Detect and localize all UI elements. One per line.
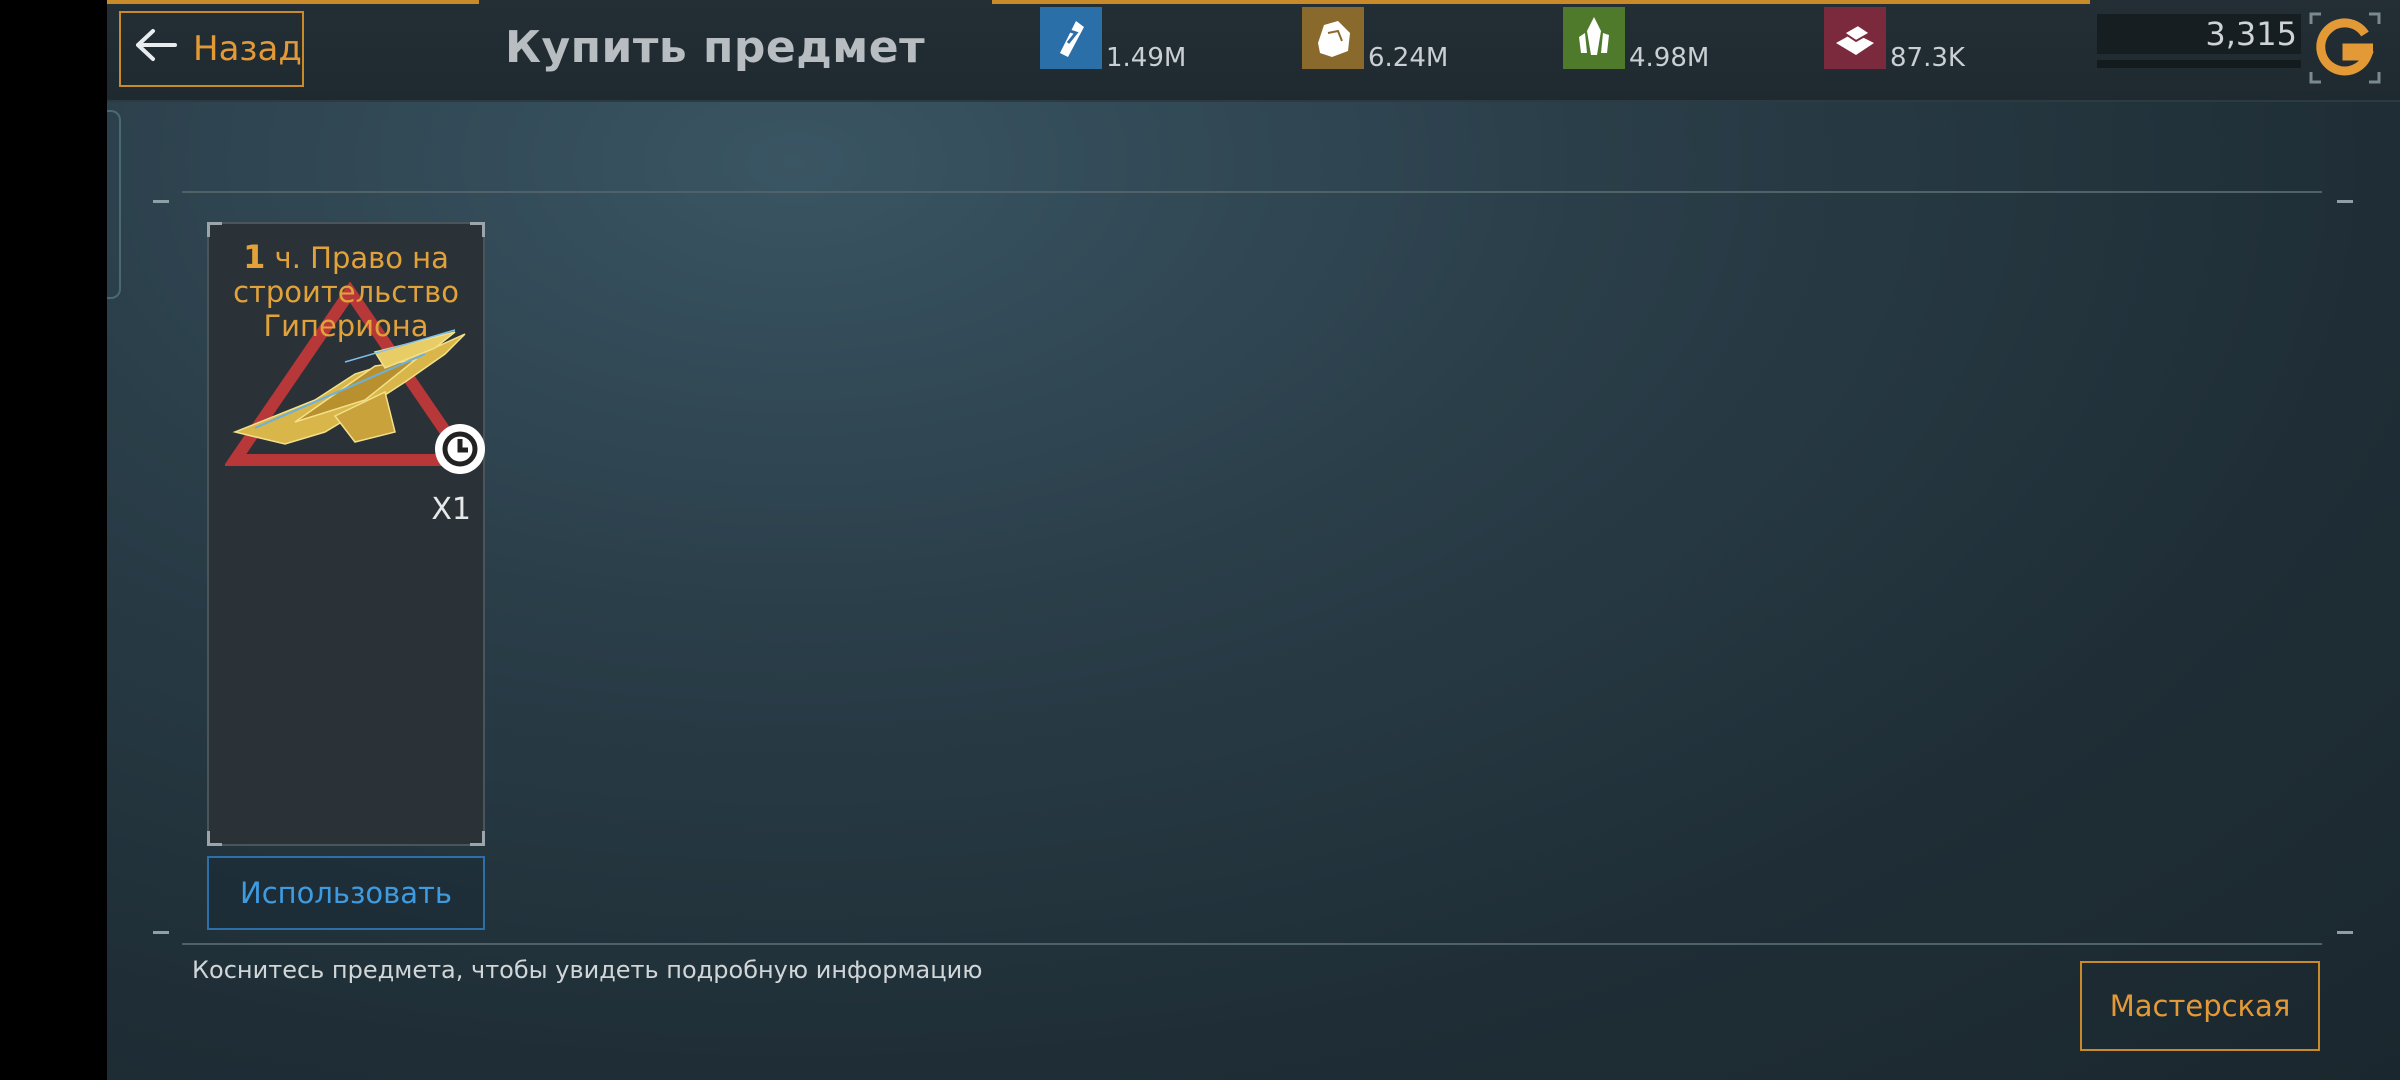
side-panel-tab[interactable]: [107, 110, 121, 299]
page-title: Купить предмет: [505, 22, 926, 73]
divider-tick: [2337, 931, 2353, 934]
back-label: Назад: [193, 29, 302, 69]
item-title: 1 ч. Право на строительство Гипериона: [209, 240, 483, 343]
crystal-cluster-icon: [1563, 7, 1625, 69]
top-bar: Назад Купить предмет 1.49M 6.24M 4.98M 8…: [107, 0, 2400, 102]
resource-value: 87.3K: [1890, 43, 1965, 73]
alloy-bars-icon: [1824, 7, 1886, 69]
divider-tick: [2337, 200, 2353, 203]
premium-counter: 3,315: [2097, 14, 2301, 54]
item-title-number: 1: [243, 238, 266, 276]
game-screen: Назад Купить предмет 1.49M 6.24M 4.98M 8…: [107, 0, 2400, 1080]
metal-ore-icon: [1302, 7, 1364, 69]
g-currency-icon[interactable]: [2307, 10, 2383, 86]
divider-tick: [153, 200, 169, 203]
resource-crystal[interactable]: 4.98M: [1563, 5, 1709, 73]
card-corner: [470, 222, 485, 237]
resource-value: 4.98M: [1629, 43, 1710, 73]
item-card[interactable]: 1 ч. Право на строительство Гипериона X1: [207, 222, 485, 846]
divider-bottom: [182, 943, 2322, 945]
item-title-text: ч. Право на строительство Гипериона: [233, 241, 459, 343]
arrow-left-icon: [133, 28, 179, 71]
workshop-button[interactable]: Мастерская: [2080, 961, 2320, 1051]
top-accent-line: [107, 0, 479, 4]
premium-progress-bar: [2097, 60, 2301, 68]
clock-icon: [435, 424, 485, 474]
card-corner: [470, 831, 485, 846]
resource-ore[interactable]: 6.24M: [1302, 5, 1448, 73]
energy-crystal-icon: [1040, 7, 1102, 69]
hint-text: Коснитесь предмета, чтобы увидеть подроб…: [192, 956, 983, 984]
resource-energy[interactable]: 1.49M: [1040, 5, 1186, 73]
divider-top: [182, 191, 2322, 193]
divider-tick: [153, 931, 169, 934]
card-corner: [207, 831, 222, 846]
resource-value: 6.24M: [1368, 43, 1449, 73]
top-accent-line: [992, 0, 2090, 4]
resource-value: 1.49M: [1106, 43, 1187, 73]
item-quantity: X1: [431, 492, 471, 527]
back-button[interactable]: Назад: [119, 11, 304, 87]
resource-alloy[interactable]: 87.3K: [1824, 5, 1965, 73]
use-button[interactable]: Использовать: [207, 856, 485, 930]
card-corner: [207, 222, 222, 237]
